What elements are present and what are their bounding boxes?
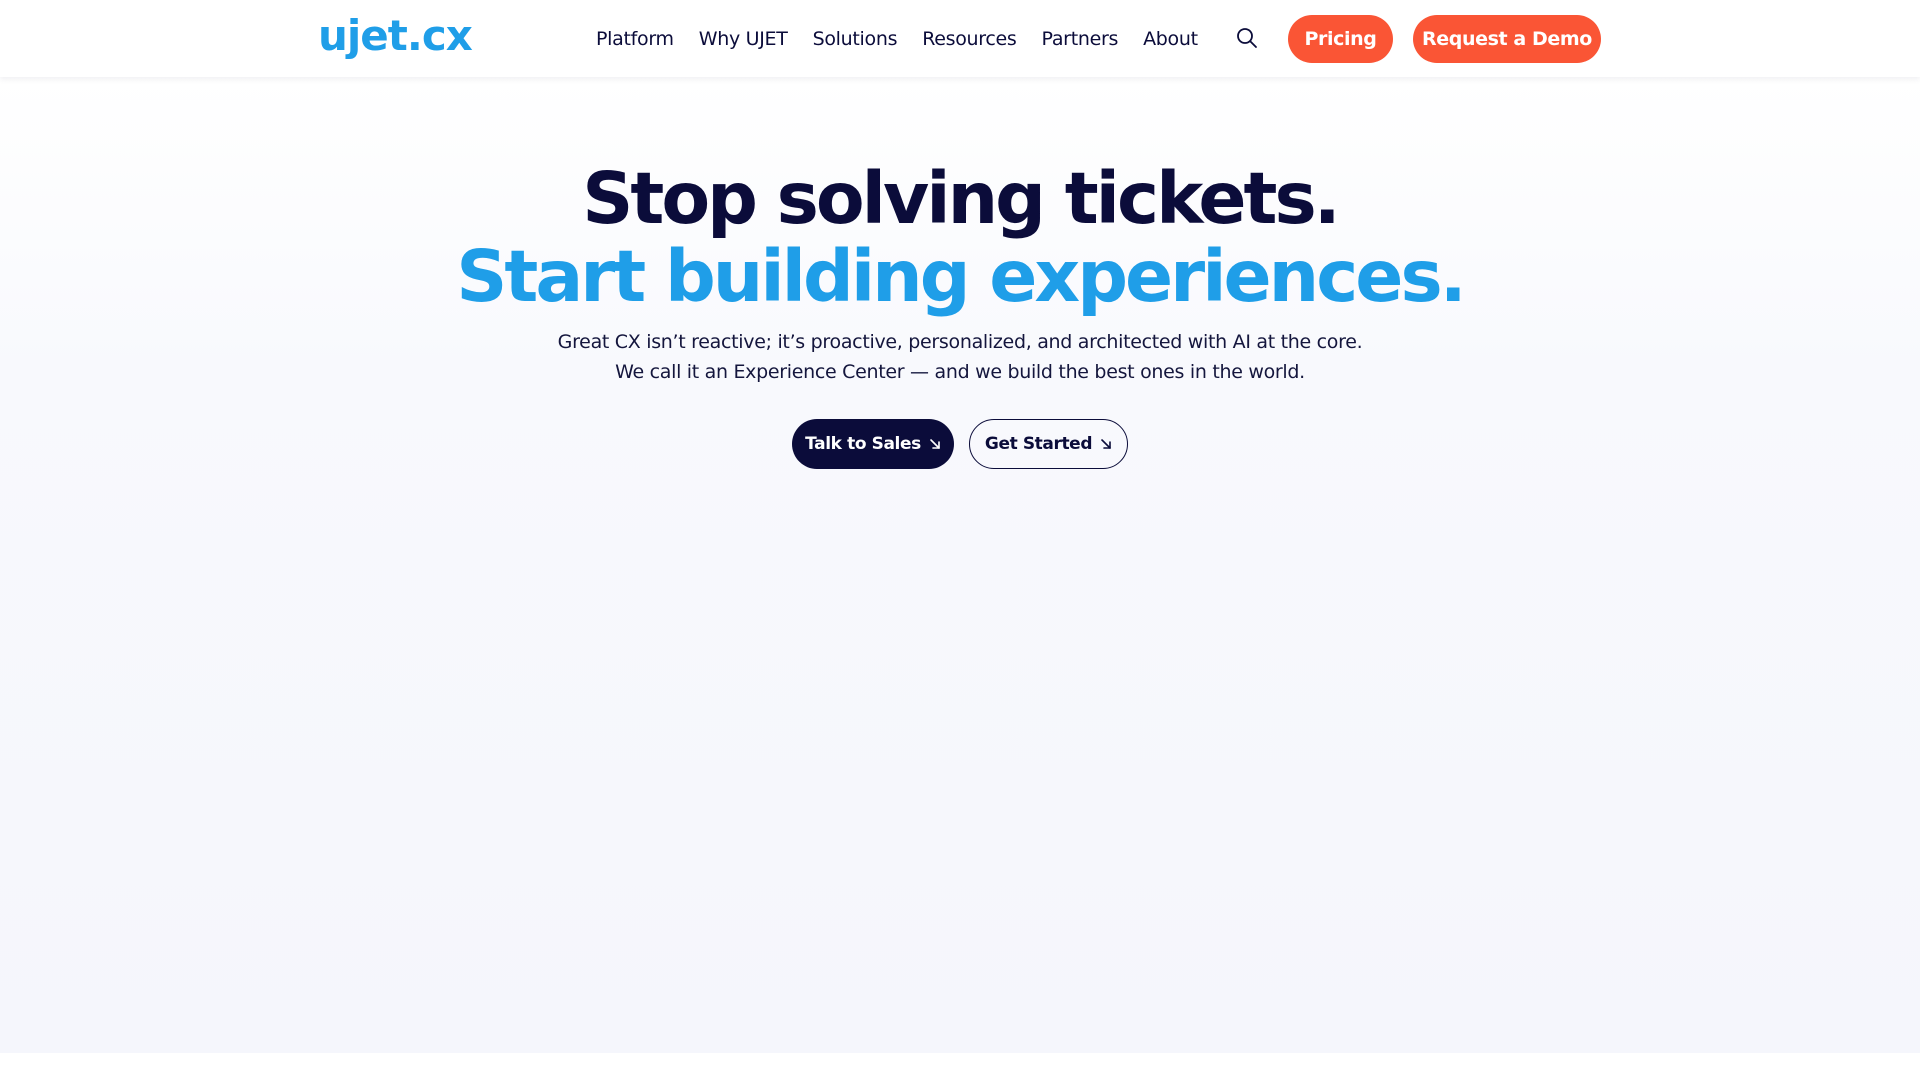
- hero-section: Stop solving tickets. Start building exp…: [0, 77, 1920, 1053]
- main-nav: Platform Why UJET Solutions Resources Pa…: [596, 0, 1223, 77]
- site-header: ujet.cx Platform Why UJET Solutions Reso…: [0, 0, 1920, 77]
- nav-item-resources[interactable]: Resources: [922, 28, 1017, 50]
- nav-item-partners[interactable]: Partners: [1042, 28, 1119, 50]
- search-icon[interactable]: [1236, 27, 1258, 49]
- arrow-down-right-icon: [1101, 439, 1111, 449]
- hero-subtitle-line-2: We call it an Experience Center — and we…: [615, 361, 1305, 383]
- nav-item-about[interactable]: About: [1143, 28, 1198, 50]
- hero-subtitle-line-1: Great CX isn’t reactive; it’s proactive,…: [557, 331, 1363, 353]
- talk-to-sales-label: Talk to Sales: [805, 434, 921, 454]
- hero-title-line-1: Stop solving tickets.: [582, 157, 1340, 240]
- get-started-label: Get Started: [984, 434, 1093, 454]
- pricing-button[interactable]: Pricing: [1288, 15, 1393, 63]
- arrow-down-right-icon: [930, 439, 940, 449]
- talk-to-sales-button[interactable]: Talk to Sales: [792, 419, 954, 469]
- nav-item-why-ujet[interactable]: Why UJET: [699, 28, 788, 50]
- request-demo-button[interactable]: Request a Demo: [1413, 15, 1601, 63]
- next-section-edge: [0, 1053, 1920, 1080]
- page: ujet.cx Platform Why UJET Solutions Reso…: [0, 0, 1920, 1080]
- get-started-button[interactable]: Get Started: [969, 419, 1128, 469]
- ujet-logo[interactable]: ujet.cx: [318, 10, 473, 62]
- nav-item-solutions[interactable]: Solutions: [813, 28, 898, 50]
- nav-item-platform[interactable]: Platform: [596, 28, 674, 50]
- hero-title-line-2: Start building experiences.: [456, 235, 1466, 318]
